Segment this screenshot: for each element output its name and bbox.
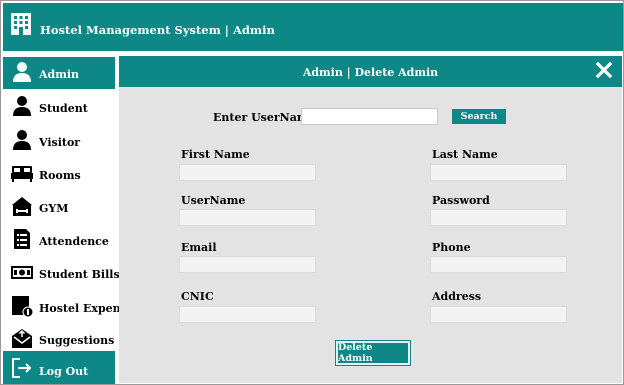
money-icon <box>11 266 33 279</box>
sidebar-item-logout[interactable]: Log Out <box>3 351 115 384</box>
dumbbell-icon <box>12 197 32 216</box>
logout-icon <box>12 358 32 378</box>
cnic-label: CNIC <box>181 290 214 303</box>
close-icon[interactable] <box>594 60 614 80</box>
clipboard-icon <box>14 229 30 249</box>
app-window: Hostel Management System | Admin Admin S… <box>0 0 624 385</box>
sidebar-item-label: Attendence <box>39 235 109 248</box>
sidebar-item-label: GYM <box>39 202 69 215</box>
title-bar: Hostel Management System | Admin <box>3 3 623 51</box>
app-title: Hostel Management System | Admin <box>40 23 275 37</box>
username-label: UserName <box>181 194 246 207</box>
person-icon <box>13 130 31 150</box>
envelope-icon <box>12 329 32 348</box>
sidebar-item-label: Student Bills <box>39 268 120 281</box>
sidebar-item-student-bills[interactable]: Student Bills <box>3 257 120 289</box>
sidebar: Admin Student Visitor Rooms GYM Attenden… <box>3 57 134 384</box>
address-label: Address <box>432 290 482 303</box>
username-field[interactable] <box>179 209 316 226</box>
building-icon <box>11 13 31 35</box>
sidebar-item-label: Suggestions <box>39 334 115 347</box>
sidebar-item-label: Admin <box>39 68 80 81</box>
last-name-label: Last Name <box>432 148 498 161</box>
delete-admin-button[interactable]: Delete Admin <box>336 341 410 365</box>
email-label: Email <box>181 241 217 254</box>
sidebar-item-hostel-expense[interactable]: Hostel Expense <box>3 291 134 323</box>
first-name-label: First Name <box>181 148 250 161</box>
sidebar-item-attendence[interactable]: Attendence <box>3 224 115 256</box>
sidebar-item-label: Log Out <box>39 365 89 378</box>
panel-title: Admin | Delete Admin <box>302 66 439 79</box>
phone-label: Phone <box>432 241 471 254</box>
sidebar-item-label: Student <box>39 102 88 115</box>
search-button[interactable]: Search <box>452 109 506 124</box>
panel-header: Admin | Delete Admin <box>119 56 622 87</box>
password-field[interactable] <box>430 209 567 226</box>
last-name-field[interactable] <box>430 164 567 181</box>
username-search-input[interactable] <box>301 108 438 125</box>
sidebar-item-admin[interactable]: Admin <box>3 57 115 89</box>
address-field[interactable] <box>430 306 567 323</box>
sidebar-item-label: Rooms <box>39 169 81 182</box>
bed-icon <box>11 166 33 182</box>
first-name-field[interactable] <box>179 164 316 181</box>
expense-icon <box>12 296 33 317</box>
sidebar-item-rooms[interactable]: Rooms <box>3 158 115 190</box>
password-label: Password <box>432 194 490 207</box>
sidebar-item-student[interactable]: Student <box>3 91 115 123</box>
phone-field[interactable] <box>430 256 567 273</box>
delete-admin-panel: Admin | Delete Admin Enter UserName Sear… <box>119 56 622 383</box>
email-field[interactable] <box>179 256 316 273</box>
sidebar-item-visitor[interactable]: Visitor <box>3 125 115 157</box>
person-icon <box>13 62 31 82</box>
cnic-field[interactable] <box>179 306 316 323</box>
person-icon <box>13 96 31 116</box>
sidebar-item-label: Visitor <box>39 136 81 149</box>
sidebar-item-gym[interactable]: GYM <box>3 191 115 223</box>
